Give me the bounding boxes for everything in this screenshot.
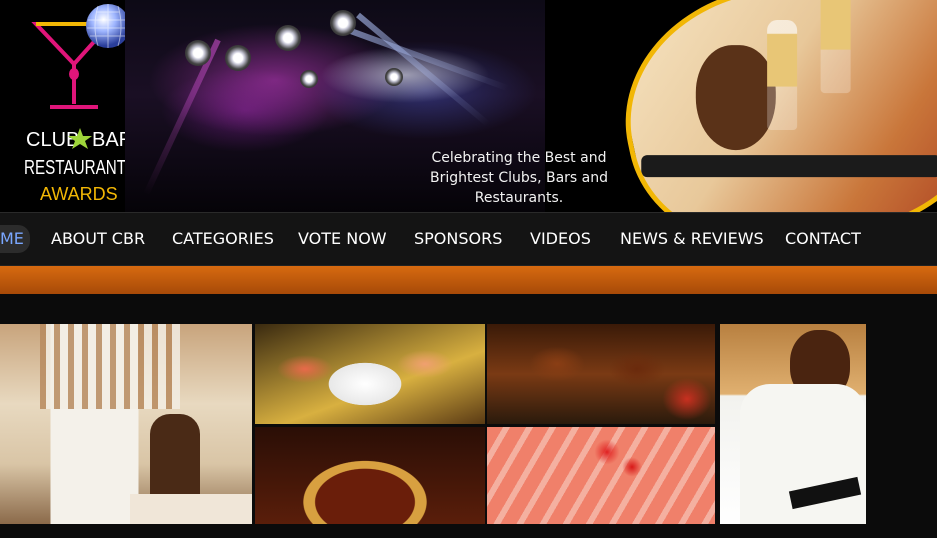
nav-contact[interactable]: CONTACT	[779, 225, 867, 253]
sashimi-flowers-photo	[487, 427, 715, 524]
nav-about-cbr[interactable]: ABOUT CBR	[45, 225, 151, 253]
chef-notepad-photo	[720, 324, 866, 524]
grilled-meat-photo	[487, 324, 715, 424]
accent-bar	[0, 266, 937, 294]
site-header: CLUB BAR RESTAURANT AWARDS Celebrating t…	[0, 0, 937, 212]
logo-restaurant-text: RESTAURANT	[24, 157, 126, 179]
disco-ball-icon	[86, 4, 130, 48]
soup-bowl-photo	[255, 427, 485, 524]
waiter-table-photo	[0, 324, 252, 524]
cbr-logo[interactable]: CLUB BAR RESTAURANT AWARDS	[20, 4, 130, 209]
waiter-champagne-image	[602, 0, 937, 212]
header-tagline: Celebrating the Best and Brightest Clubs…	[430, 150, 608, 206]
nav-vote-now[interactable]: VOTE NOW	[292, 225, 393, 253]
nav-sponsors[interactable]: SPONSORS	[408, 225, 508, 253]
main-nav: ME ABOUT CBR CATEGORIES VOTE NOW SPONSOR…	[0, 212, 937, 266]
logo-club-text: CLUB	[26, 129, 79, 151]
logo-awards-text: AWARDS	[40, 184, 118, 204]
nav-videos[interactable]: VIDEOS	[524, 225, 597, 253]
sushi-photo	[255, 324, 485, 424]
nav-news-reviews[interactable]: NEWS & REVIEWS	[614, 225, 770, 253]
nav-categories[interactable]: CATEGORIES	[166, 225, 280, 253]
nav-home[interactable]: ME	[0, 225, 30, 253]
photo-gallery	[0, 324, 866, 524]
